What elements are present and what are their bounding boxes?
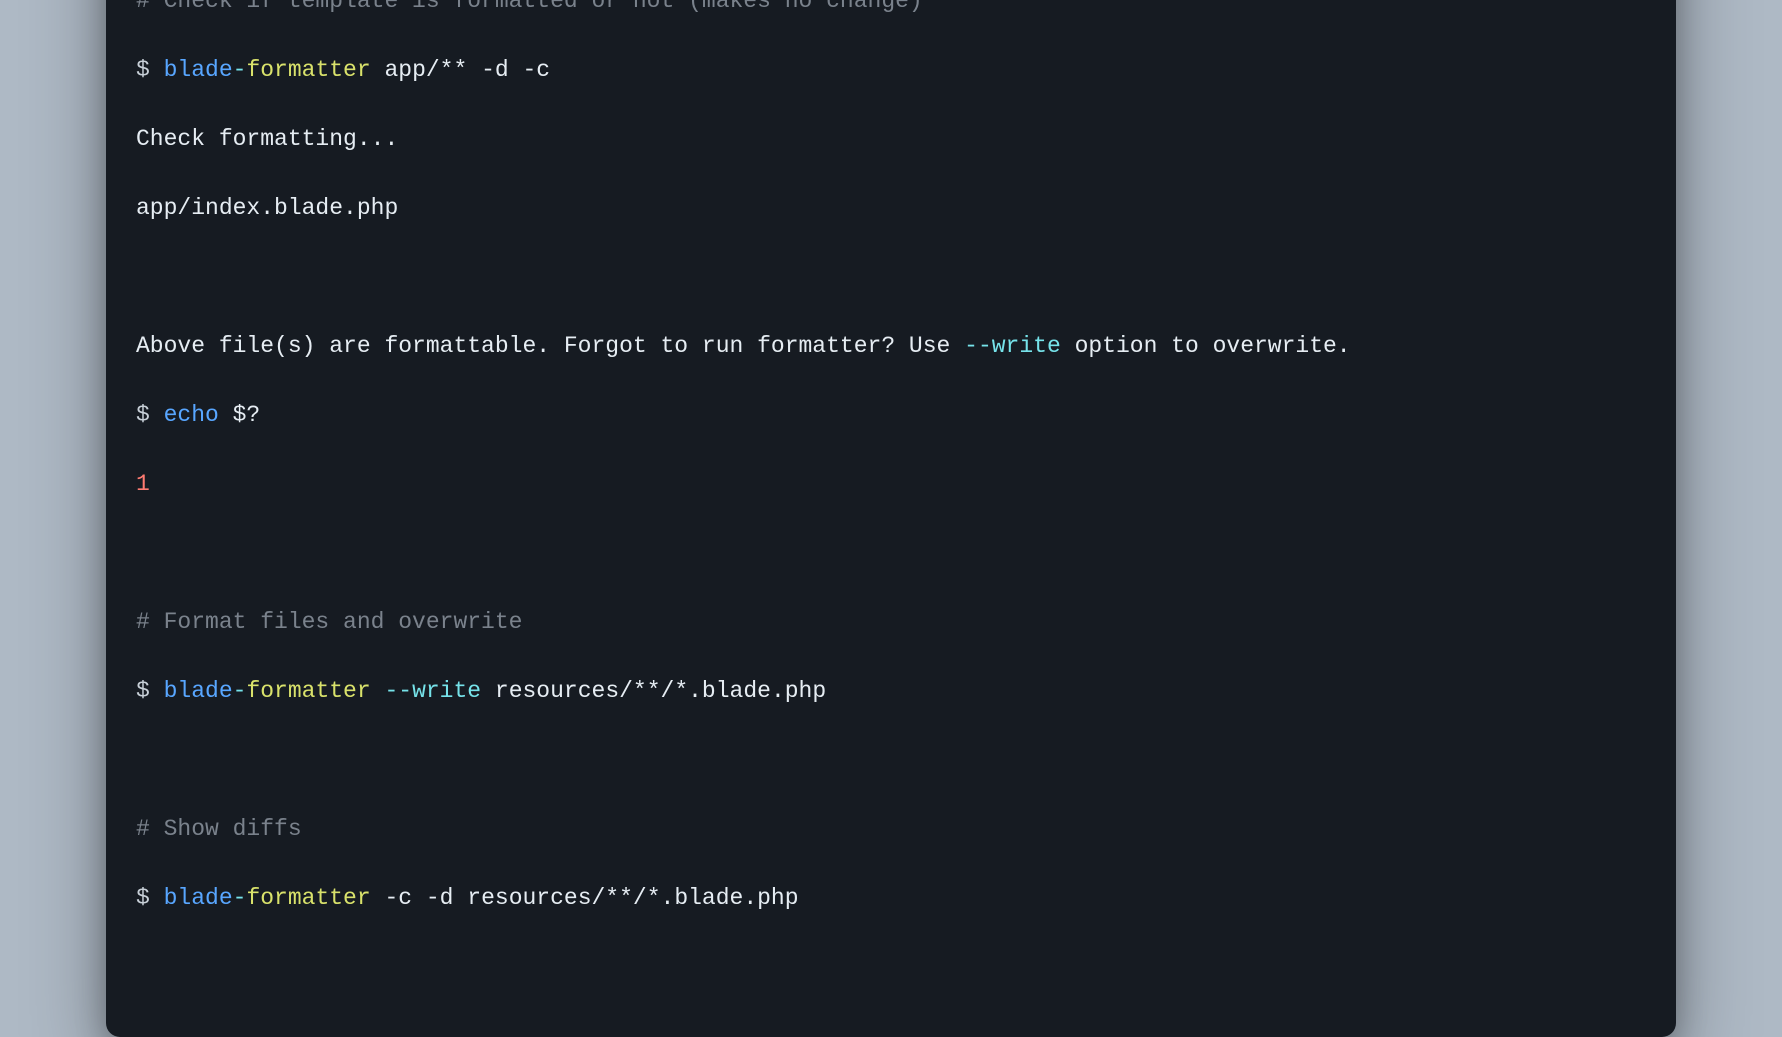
comment-line: # Show diffs [136, 816, 302, 842]
command-args: resources/**/*.blade.php [481, 678, 826, 704]
terminal-content[interactable]: # Check if template is formatted or not … [106, 0, 1676, 985]
command-name: blade [164, 678, 233, 704]
command-name: formatter [246, 678, 384, 704]
output-text: app/index.blade.php [136, 195, 398, 221]
output-text: option to overwrite. [1061, 333, 1351, 359]
prompt-symbol: $ [136, 57, 164, 83]
command-name: blade [164, 57, 233, 83]
command-dash: - [233, 885, 247, 911]
command-name: blade [164, 885, 233, 911]
command-name: echo [164, 402, 219, 428]
command-name: formatter [246, 885, 384, 911]
exit-code: 1 [136, 471, 150, 497]
output-text: Above file(s) are formattable. Forgot to… [136, 333, 964, 359]
comment-line: # Format files and overwrite [136, 609, 522, 635]
command-dash: - [233, 678, 247, 704]
terminal-window: # Check if template is formatted or not … [106, 0, 1676, 1037]
prompt-symbol: $ [136, 678, 164, 704]
comment-line: # Check if template is formatted or not … [136, 0, 923, 14]
output-text: Check formatting... [136, 126, 398, 152]
prompt-symbol: $ [136, 402, 164, 428]
command-dash: - [233, 57, 247, 83]
command-args: app/** -d -c [384, 57, 550, 83]
flag-text: --write [964, 333, 1061, 359]
command-flag: --write [384, 678, 481, 704]
command-name: formatter [246, 57, 384, 83]
prompt-symbol: $ [136, 885, 164, 911]
command-args: -c -d resources/**/*.blade.php [384, 885, 798, 911]
command-args: $? [219, 402, 260, 428]
